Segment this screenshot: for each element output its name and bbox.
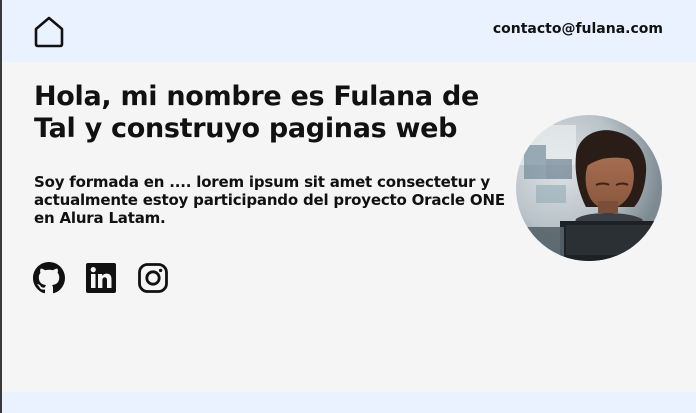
github-icon[interactable] [33, 262, 65, 294]
linkedin-icon[interactable] [85, 262, 117, 294]
instagram-icon[interactable] [137, 262, 169, 294]
hero-section: Hola, mi nombre es Fulana de Tal y const… [34, 81, 505, 227]
site-footer [0, 392, 696, 413]
hero-description: Soy formada en .... lorem ipsum sit amet… [34, 173, 505, 227]
site-header: contacto@fulana.com [0, 0, 696, 62]
window-edge [0, 0, 2, 413]
hero-title: Hola, mi nombre es Fulana de Tal y const… [34, 81, 479, 144]
social-links [33, 262, 169, 294]
profile-photo [516, 115, 662, 261]
home-icon[interactable] [32, 15, 66, 49]
email-link[interactable]: contacto@fulana.com [493, 21, 663, 37]
